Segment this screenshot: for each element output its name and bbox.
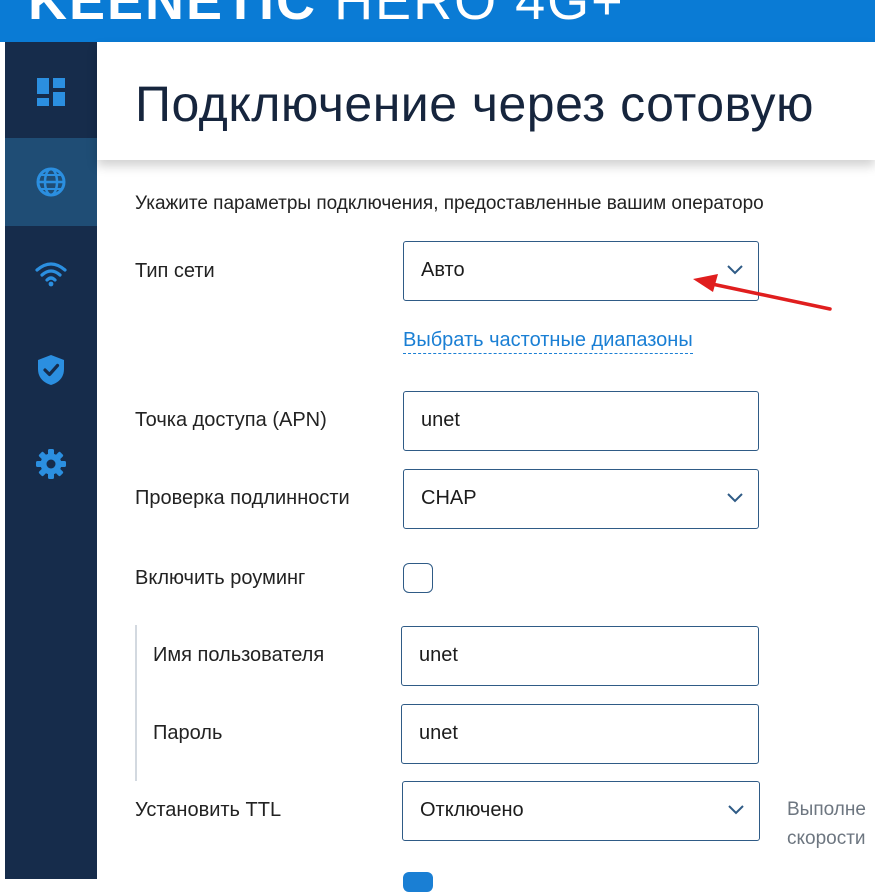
- auth-label: Проверка подлинности: [135, 487, 350, 509]
- ttl-label: Установить TTL: [135, 799, 282, 821]
- sidebar-item-security[interactable]: [5, 326, 97, 414]
- ttl-note-line1: Выполне: [787, 799, 866, 820]
- password-input[interactable]: unet: [401, 704, 759, 764]
- network-type-select[interactable]: Авто: [403, 241, 759, 301]
- sidebar-item-internet[interactable]: [5, 138, 97, 226]
- gear-icon: [36, 449, 66, 479]
- shield-check-icon: [38, 355, 64, 385]
- roaming-checkbox[interactable]: [403, 563, 433, 593]
- password-label: Пароль: [153, 722, 223, 744]
- sidebar-item-wifi[interactable]: [5, 230, 97, 318]
- ttl-value: Отключено: [420, 799, 524, 821]
- ttl-select[interactable]: Отключено: [402, 781, 760, 841]
- page-header: Подключение через сотовую: [97, 42, 875, 160]
- apn-label: Точка доступа (APN): [135, 409, 327, 431]
- brand-name: KEENETIC: [28, 0, 318, 31]
- page-title: Подключение через сотовую: [135, 76, 815, 132]
- sidebar-item-settings[interactable]: [5, 420, 97, 508]
- wifi-icon: [35, 262, 67, 287]
- brand-logo: KEENETIC HERO 4G+: [28, 0, 625, 32]
- auth-value: CHAP: [421, 487, 477, 509]
- sidebar-item-dashboard[interactable]: [5, 48, 97, 136]
- select-bands-link[interactable]: Выбрать частотные диапазоны: [403, 329, 693, 354]
- roaming-label: Включить роуминг: [135, 567, 306, 589]
- chevron-down-icon: [728, 805, 744, 815]
- credentials-group-line: [135, 625, 137, 781]
- chevron-down-icon: [727, 265, 743, 275]
- next-checkbox[interactable]: [403, 872, 433, 892]
- dashboard-icon: [37, 78, 65, 106]
- auth-select[interactable]: CHAP: [403, 469, 759, 529]
- globe-icon: [36, 167, 66, 197]
- form-description: Укажите параметры подключения, предостав…: [135, 193, 764, 214]
- model-name: HERO 4G+: [334, 0, 625, 31]
- username-label: Имя пользователя: [153, 644, 325, 666]
- chevron-down-icon: [727, 493, 743, 503]
- password-value: unet: [419, 722, 458, 744]
- network-type-label: Тип сети: [135, 260, 215, 282]
- apn-value: unet: [421, 409, 460, 431]
- ttl-note-line2: скорости: [787, 828, 866, 849]
- username-value: unet: [419, 644, 458, 666]
- network-type-value: Авто: [421, 259, 465, 281]
- top-bar: KEENETIC HERO 4G+: [0, 0, 875, 42]
- username-input[interactable]: unet: [401, 626, 759, 686]
- apn-input[interactable]: unet: [403, 391, 759, 451]
